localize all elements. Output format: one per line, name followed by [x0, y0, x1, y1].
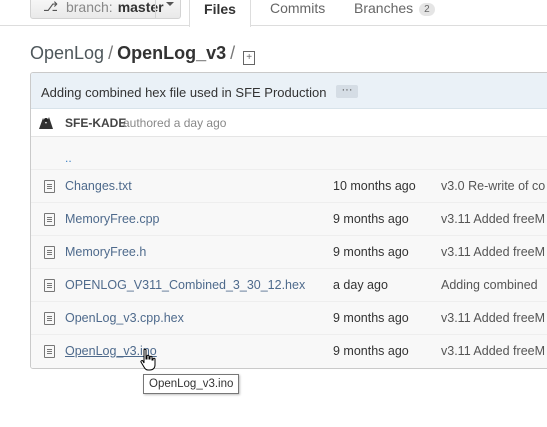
tab-branches-label: Branches: [354, 0, 414, 16]
table-row: Changes.txt 10 months ago v3.0 Re-write …: [31, 170, 547, 203]
new-file-icon[interactable]: +: [243, 51, 256, 65]
branch-name: master: [117, 0, 164, 15]
file-icon: [44, 180, 55, 193]
file-icon: [44, 213, 55, 226]
file-name-link[interactable]: MemoryFree.h: [65, 245, 146, 259]
file-age: 9 months ago: [333, 311, 409, 325]
file-icon: [44, 345, 55, 358]
file-name-link[interactable]: OPENLOG_V311_Combined_3_30_12.hex: [65, 278, 305, 292]
expand-commit-button[interactable]: ···: [336, 85, 358, 98]
file-commit-message[interactable]: v3.11 Added freeM: [441, 245, 545, 259]
table-row: OpenLog_v3.ino 9 months ago v3.11 Added …: [31, 335, 547, 368]
commit-time: authored a day ago: [123, 116, 227, 130]
hand-cursor-icon: [140, 348, 156, 371]
branch-label: branch:: [65, 0, 113, 15]
table-row: OPENLOG_V311_Combined_3_30_12.hex a day …: [31, 269, 547, 302]
file-commit-message[interactable]: Adding combined: [441, 278, 538, 292]
file-name-link[interactable]: Changes.txt: [65, 179, 132, 193]
file-commit-message[interactable]: v3.11 Added freeM: [441, 212, 545, 226]
file-browser: Adding combined hex file used in SFE Pro…: [30, 72, 547, 369]
parent-directory-link[interactable]: ..: [65, 151, 72, 165]
file-name-link[interactable]: OpenLog_v3.cpp.hex: [65, 311, 184, 325]
chevron-down-icon[interactable]: [166, 2, 174, 6]
branch-selector-button[interactable]: ⎇ branch: master: [30, 0, 181, 19]
breadcrumb-current-folder: OpenLog_v3: [117, 43, 227, 63]
file-commit-message[interactable]: v3.0 Re-write of co: [441, 179, 545, 193]
file-icon: [44, 312, 55, 325]
table-row: MemoryFree.cpp 9 months ago v3.11 Added …: [31, 203, 547, 236]
file-list: .. Changes.txt 10 months ago v3.0 Re-wri…: [31, 137, 547, 368]
branches-count-badge: 2: [419, 3, 435, 16]
tab-bar: ⎇ branch: master Files Commits Branches 2: [0, 0, 547, 27]
file-name-link[interactable]: MemoryFree.cpp: [65, 212, 159, 226]
tab-files[interactable]: Files: [189, 0, 251, 27]
file-icon: [44, 279, 55, 292]
table-row: MemoryFree.h 9 months ago v3.11 Added fr…: [31, 236, 547, 269]
file-icon: [44, 246, 55, 259]
tab-commits-label: Commits: [270, 0, 326, 16]
list-item-updir[interactable]: ..: [31, 137, 547, 170]
file-tooltip: OpenLog_v3.ino: [143, 374, 240, 394]
tab-branches[interactable]: Branches 2: [354, 0, 435, 16]
branch-icon: ⎇: [43, 0, 58, 14]
file-age: 10 months ago: [333, 179, 416, 193]
latest-commit-bar: Adding combined hex file used in SFE Pro…: [31, 73, 547, 109]
tab-files-label: Files: [204, 1, 236, 17]
file-commit-message[interactable]: v3.11 Added freeM: [441, 344, 545, 358]
commit-author[interactable]: SFE-KADE: [65, 116, 126, 130]
table-row: OpenLog_v3.cpp.hex 9 months ago v3.11 Ad…: [31, 302, 547, 335]
avatar[interactable]: [37, 115, 55, 131]
file-age: 9 months ago: [333, 344, 409, 358]
file-age: 9 months ago: [333, 212, 409, 226]
commit-author-bar: SFE-KADE authored a day ago: [31, 109, 547, 137]
file-age: a day ago: [333, 278, 388, 292]
commit-message[interactable]: Adding combined hex file used in SFE Pro…: [41, 85, 326, 100]
branch-divider: [155, 0, 156, 19]
breadcrumb-separator: /: [230, 43, 236, 63]
breadcrumb-separator: /: [108, 43, 114, 63]
breadcrumb: OpenLog / OpenLog_v3/+: [30, 43, 256, 65]
breadcrumb-repo-link[interactable]: OpenLog: [30, 43, 104, 63]
tab-divider: [0, 25, 547, 26]
file-commit-message[interactable]: v3.11 Added freeM: [441, 311, 545, 325]
tab-commits[interactable]: Commits: [270, 0, 325, 16]
file-age: 9 months ago: [333, 245, 409, 259]
